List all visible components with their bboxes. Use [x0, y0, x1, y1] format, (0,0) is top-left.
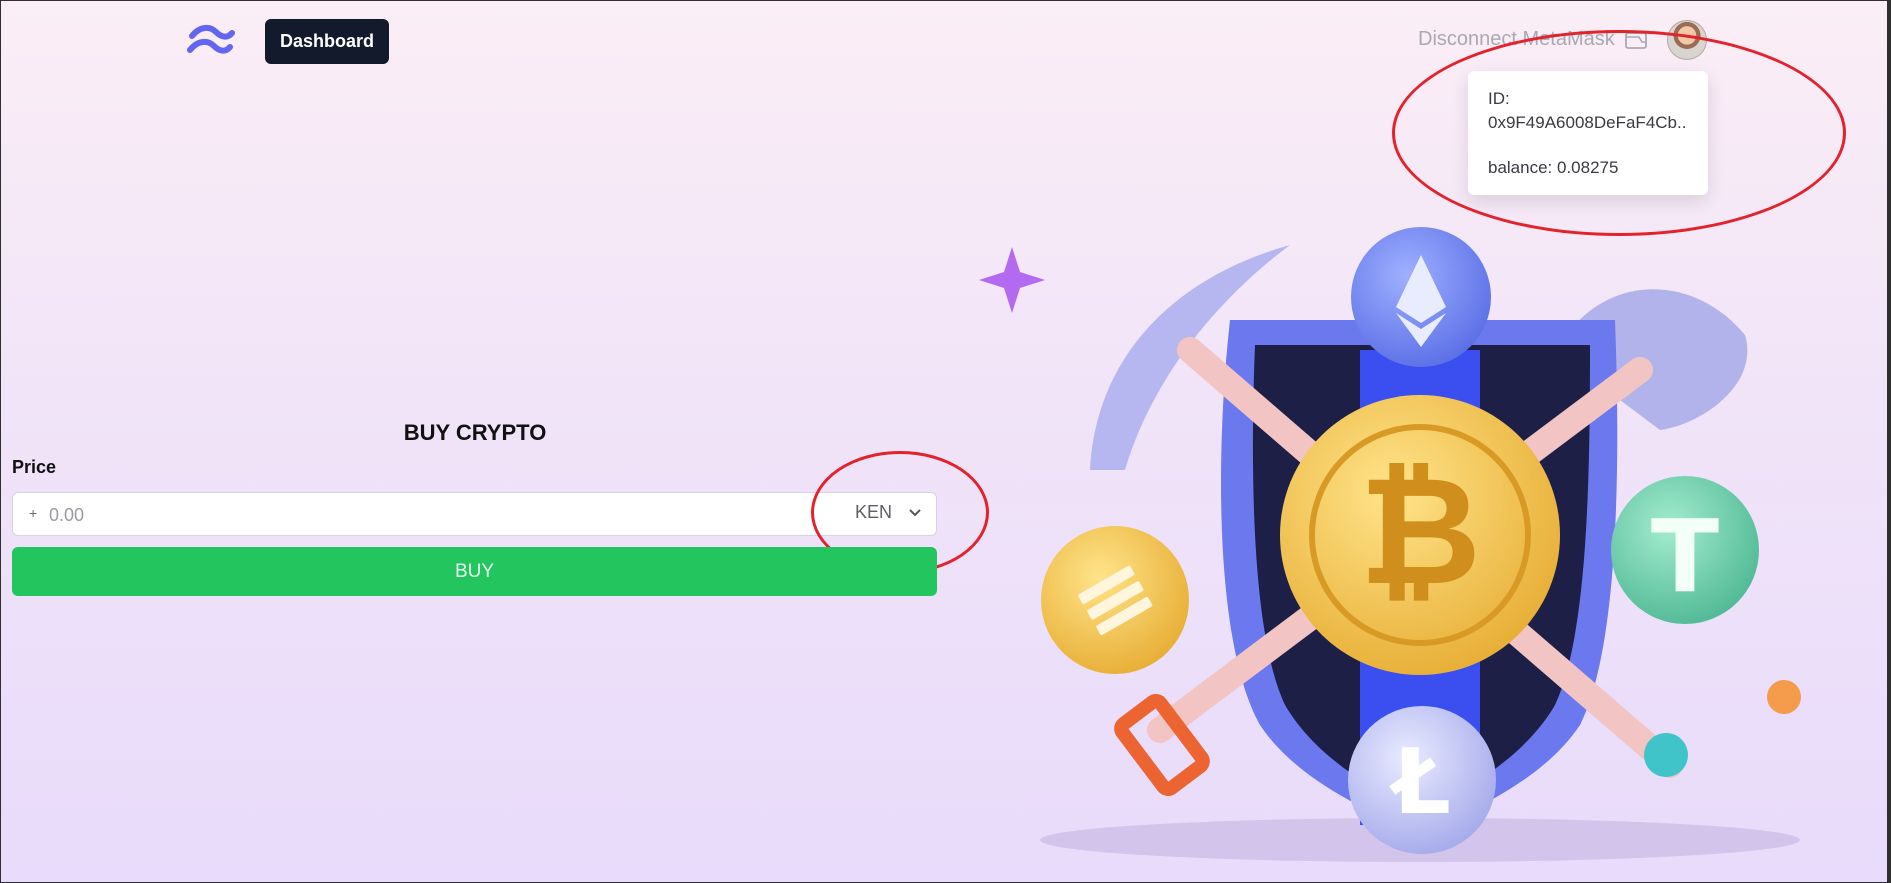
buy-button[interactable]: BUY	[12, 547, 937, 596]
pickaxe-tip	[1644, 733, 1688, 777]
price-input-group: + KEN	[12, 492, 937, 536]
user-avatar[interactable]	[1667, 20, 1707, 60]
tailwind-logo-icon	[187, 24, 235, 54]
account-id-value: 0x9F49A6008DeFaF4Cb...	[1488, 113, 1688, 132]
buy-crypto-title: BUY CRYPTO	[403, 420, 547, 445]
disconnect-label: Disconnect MetaMask	[1418, 28, 1615, 50]
crypto-illustration: ₿ T Ł	[979, 227, 1801, 862]
sparkle-icon	[979, 247, 1045, 313]
tether-icon: T	[1651, 498, 1719, 615]
currency-select[interactable]: KEN	[855, 502, 922, 523]
currency-value: KEN	[854, 502, 892, 522]
account-balance: balance: 0.08275	[1488, 158, 1619, 177]
bitcoin-icon: ₿	[1359, 445, 1481, 619]
account-id-label: ID:	[1488, 89, 1510, 108]
price-input[interactable]	[47, 499, 751, 531]
wallet-icon	[1624, 31, 1647, 49]
price-prefix: +	[29, 505, 38, 521]
disconnect-metamask-button[interactable]: Disconnect MetaMask	[1418, 28, 1647, 51]
orange-dot	[1767, 680, 1801, 714]
litecoin-icon: Ł	[1388, 730, 1451, 835]
chevron-down-icon	[909, 508, 921, 516]
account-popover: ID: 0x9F49A6008DeFaF4Cb... balance: 0.08…	[1468, 71, 1708, 195]
price-label: Price	[12, 457, 57, 477]
dashboard-button[interactable]: Dashboard	[265, 19, 390, 64]
